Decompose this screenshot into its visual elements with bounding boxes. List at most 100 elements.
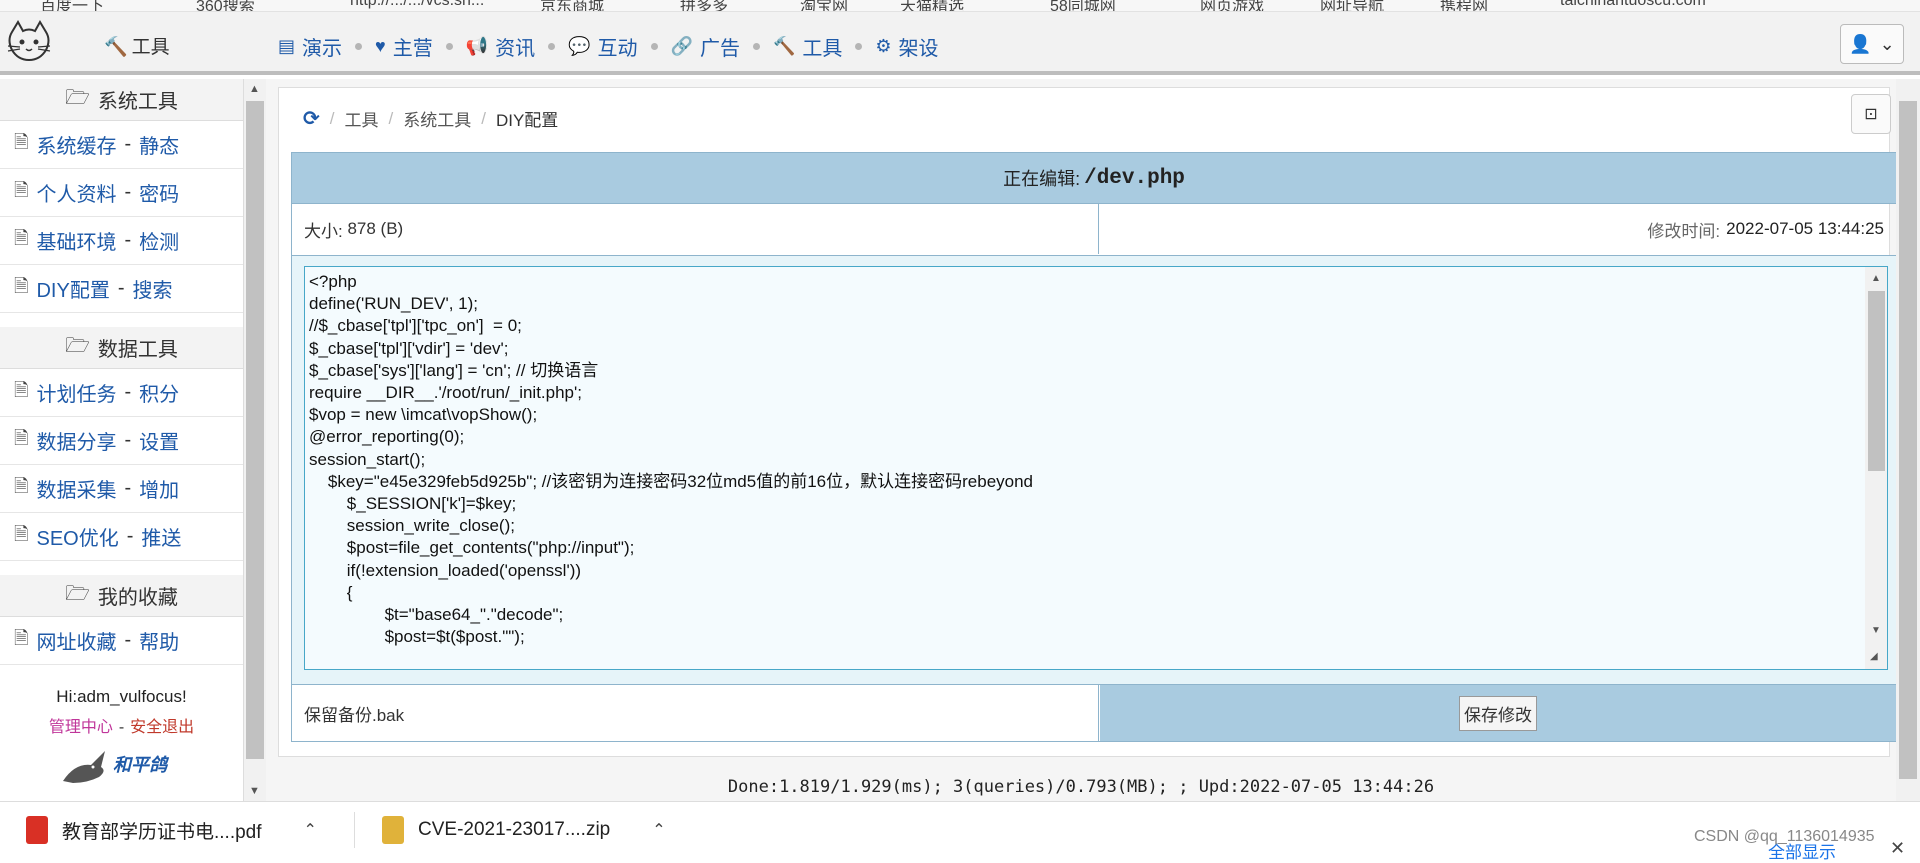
sidebar-group-title[interactable]: 🗁 我的收藏 [0, 575, 243, 617]
watermark: CSDN @qq_1136014935 [1694, 828, 1875, 845]
main-scrollbar[interactable] [1896, 79, 1920, 801]
file-icon: 🗎 [14, 523, 29, 544]
status-line: Done:1.819/1.929(ms); 3(queries)/0.793(M… [727, 777, 1435, 797]
sidebar-link[interactable]: 帮助 [139, 626, 179, 655]
nav-item-demo[interactable]: ▤ 演示 [278, 32, 342, 61]
breadcrumb-item[interactable]: 系统工具 [403, 106, 471, 131]
sidebar-link[interactable]: 网址收藏 [36, 626, 116, 655]
dove-logo-icon: 和平鸽 [62, 751, 170, 783]
nav-tools-left[interactable]: 🔨 工具 [104, 32, 170, 59]
bookmark[interactable]: taichinantuoscu.com [1560, 0, 1706, 10]
sidebar-link[interactable]: DIY配置 [36, 274, 109, 303]
editor-container: <?php define('RUN_DEV', 1); //$_cbase['t… [291, 256, 1897, 684]
sidebar-scrollbar[interactable]: ▲ ▼ [244, 79, 266, 801]
sidebar-link[interactable]: SEO优化 [36, 522, 118, 551]
user-menu-button[interactable]: 👤 ⌄ [1840, 24, 1904, 64]
file-icon: 🗎 [14, 179, 29, 200]
admin-center-link[interactable]: 管理中心 [49, 719, 113, 736]
editor-scrollbar[interactable]: ▲ ▼ ◢ [1865, 267, 1887, 669]
sidebar-link[interactable]: 增加 [139, 474, 179, 503]
close-icon[interactable]: ✕ [1890, 838, 1905, 859]
bookmark[interactable]: 拼多多 [680, 0, 728, 11]
scroll-down-icon[interactable]: ▼ [249, 785, 260, 797]
caret-square-down-icon: ⊡ [1864, 106, 1878, 123]
nav-item-ads[interactable]: 🔗 广告 [671, 32, 740, 61]
bookmark[interactable]: 网址导航 [1320, 0, 1384, 11]
sidebar-link[interactable]: 检测 [139, 226, 179, 255]
scroll-down-icon[interactable]: ▼ [1871, 625, 1881, 636]
sidebar-link[interactable]: 积分 [139, 378, 179, 407]
chat-icon: 💬 [568, 36, 591, 56]
download-item[interactable]: 教育部学历证书电....pdf ⌃ [26, 816, 317, 844]
logout-link[interactable]: 安全退出 [130, 719, 194, 736]
main-content: ⟳ / 工具 / 系统工具 / DIY配置 ⊡ 正在编辑:/dev.php 大小… [266, 79, 1897, 801]
nav-item-news[interactable]: 📢 资讯 [466, 32, 535, 61]
bookmark[interactable]: 京东商城 [540, 0, 604, 11]
sidebar-group-title[interactable]: 🗁 数据工具 [0, 327, 243, 369]
sidebar-link[interactable]: 系统缓存 [36, 130, 116, 159]
bookmark[interactable]: http://.../.../vcs.sh... [350, 0, 484, 10]
nav-item-setup[interactable]: ⚙ 架设 [875, 32, 938, 61]
chevron-up-icon[interactable]: ⌃ [652, 820, 665, 840]
chevron-up-icon[interactable]: ⌃ [304, 820, 317, 840]
file-icon: 🗎 [14, 475, 29, 496]
folder-open-icon: 🗁 [65, 582, 90, 605]
downloads-bar: 教育部学历证书电....pdf ⌃ CVE-2021-23017....zip … [0, 801, 1920, 862]
sidebar-item: 🗎 数据采集 - 增加 [0, 465, 243, 513]
nav-item-main-business[interactable]: ♥ 主营 [375, 32, 433, 61]
nav-separator [355, 43, 363, 50]
file-icon: 🗎 [14, 427, 29, 448]
collapse-panel-button[interactable]: ⊡ [1851, 94, 1891, 134]
scroll-up-icon[interactable]: ▲ [249, 83, 260, 95]
sidebar-link[interactable]: 搜索 [133, 274, 173, 303]
sidebar-link[interactable]: 设置 [139, 426, 179, 455]
user-greeting: Hi:adm_vulfocus! [56, 687, 187, 706]
breadcrumb-current: DIY配置 [495, 111, 559, 130]
scrollbar-thumb[interactable] [1868, 291, 1885, 471]
scrollbar-thumb[interactable] [246, 101, 264, 759]
cat-logo-icon[interactable] [4, 20, 54, 62]
sidebar-link[interactable]: 数据采集 [36, 474, 116, 503]
nav-item-interact[interactable]: 💬 互动 [568, 32, 637, 61]
keep-backup-option[interactable]: 保留备份.bak [292, 685, 1099, 741]
nav-item-tools[interactable]: 🔨 工具 [773, 32, 842, 61]
bookmark[interactable]: 淘宝网 [800, 0, 848, 11]
refresh-icon[interactable]: ⟳ [303, 106, 320, 131]
sidebar-link[interactable]: 个人资料 [36, 178, 116, 207]
svg-text:和平鸽: 和平鸽 [113, 755, 170, 776]
sidebar-link[interactable]: 静态 [139, 130, 179, 159]
scroll-up-icon[interactable]: ▲ [1871, 273, 1881, 284]
bookmark[interactable]: 58同城网 [1050, 0, 1116, 11]
sidebar-link[interactable]: 推送 [141, 522, 181, 551]
sidebar-link[interactable]: 计划任务 [36, 378, 116, 407]
editor-footer: 保留备份.bak 保存修改 [291, 684, 1897, 742]
code-editor-textarea[interactable]: <?php define('RUN_DEV', 1); //$_cbase['t… [304, 266, 1888, 670]
zip-file-icon [382, 816, 404, 844]
sidebar-group-title[interactable]: 🗁 系统工具 [0, 79, 243, 121]
save-changes-button[interactable]: 保存修改 [1459, 695, 1537, 731]
hammer-icon: 🔨 [772, 36, 796, 56]
user-panel: Hi:adm_vulfocus! 管理中心 - 安全退出 和平鸽 [0, 687, 243, 789]
sidebar-link[interactable]: 基础环境 [36, 226, 116, 255]
sidebar-link[interactable]: 密码 [139, 178, 179, 207]
bookmark[interactable]: 百度一下 [40, 0, 104, 11]
code-content[interactable]: <?php define('RUN_DEV', 1); //$_cbase['t… [309, 271, 1849, 648]
file-info-row: 大小: 878 (B) 修改时间: 2022-07-05 13:44:25 [291, 204, 1897, 256]
nav-separator [752, 43, 760, 50]
bookmarks-bar: 百度一下 360搜索 http://.../.../vcs.sh... 京东商城… [0, 0, 1920, 12]
scrollbar-thumb[interactable] [1899, 101, 1917, 779]
bookmark[interactable]: 360搜索 [196, 0, 255, 11]
sidebar-link[interactable]: 数据分享 [36, 426, 116, 455]
folder-open-icon: 🗁 [65, 334, 90, 357]
file-icon: 🗎 [14, 379, 29, 400]
breadcrumb-item[interactable]: 工具 [345, 106, 379, 131]
hammer-icon: 🔨 [104, 37, 128, 58]
bookmark[interactable]: 携程网 [1440, 0, 1488, 11]
chevron-down-icon: ⌄ [1879, 33, 1895, 54]
editing-file-header: 正在编辑:/dev.php [291, 152, 1897, 204]
resize-handle-icon[interactable]: ◢ [1870, 651, 1878, 662]
bookmark[interactable]: 网页游戏 [1200, 0, 1264, 11]
user-icon: 👤 [1849, 33, 1872, 54]
bookmark[interactable]: 天猫精选 [900, 0, 964, 11]
download-item[interactable]: CVE-2021-23017....zip ⌃ [382, 816, 666, 844]
